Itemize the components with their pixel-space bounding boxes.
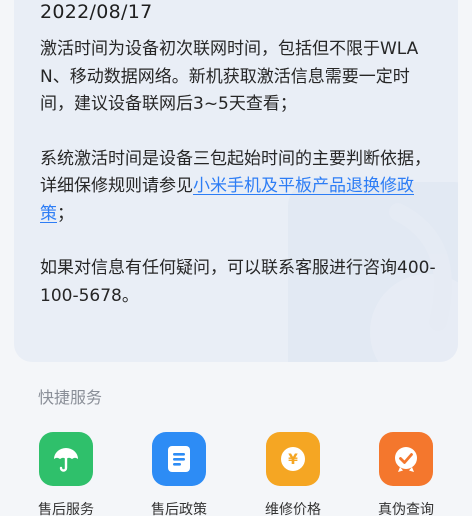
device-activation-page: 2022/08/17 激活时间为设备初次联网时间，包括但不限于WLAN、移动数据… <box>0 0 472 516</box>
service-after-sales-label: 售后服务 <box>38 502 94 516</box>
service-authenticity-check-label: 真伪查询 <box>378 502 434 516</box>
service-policy[interactable]: 售后政策 <box>124 432 234 516</box>
quick-services-title: 快捷服务 <box>38 388 103 407</box>
warranty-note-end: ； <box>57 203 74 224</box>
activation-info-card: 2022/08/17 激活时间为设备初次联网时间，包括但不限于WLAN、移动数据… <box>14 0 458 362</box>
svg-text:¥: ¥ <box>288 452 298 468</box>
activation-date: 2022/08/17 <box>40 1 153 23</box>
verify-badge-icon <box>379 432 433 486</box>
contact-note: 如果对信息有任何疑问，可以联系客服进行咨询400-100-5678。 <box>40 258 436 306</box>
activation-note: 激活时间为设备初次联网时间，包括但不限于WLAN、移动数据网络。新机获取激活信息… <box>40 39 419 114</box>
activation-text: 2022/08/17 激活时间为设备初次联网时间，包括但不限于WLAN、移动数据… <box>40 0 440 310</box>
quick-services-grid: 售后服务 售后政策 ¥ 维修价格 真伪查询 <box>0 432 472 516</box>
service-authenticity-check[interactable]: 真伪查询 <box>351 432 461 516</box>
warranty-note: 系统激活时间是设备三包起始时间的主要判断依据，详细保修规则请参见小米手机及平板产… <box>40 146 440 229</box>
service-repair-price[interactable]: ¥ 维修价格 <box>238 432 348 516</box>
coin-icon: ¥ <box>266 432 320 486</box>
service-policy-label: 售后政策 <box>151 502 207 516</box>
service-after-sales[interactable]: 售后服务 <box>11 432 121 516</box>
service-repair-price-label: 维修价格 <box>265 502 321 516</box>
document-icon <box>152 432 206 486</box>
umbrella-icon <box>39 432 93 486</box>
